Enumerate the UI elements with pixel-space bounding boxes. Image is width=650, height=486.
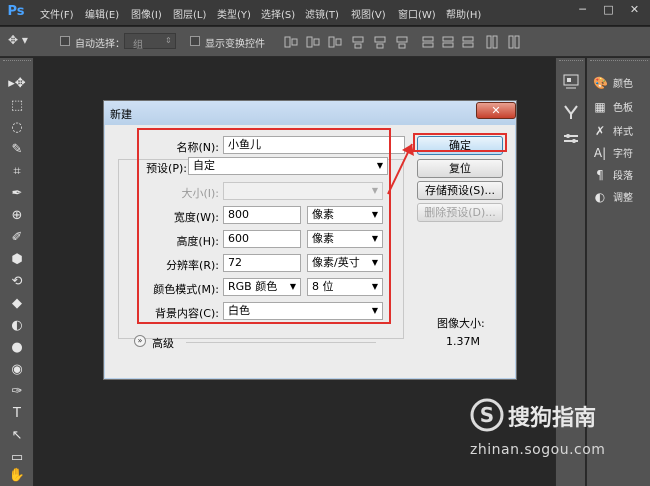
paint-bucket-tool-icon[interactable]: ◐ — [6, 316, 28, 336]
dock-grip[interactable] — [559, 60, 583, 64]
panel-adjustments[interactable]: ◐ 调整 — [593, 186, 649, 208]
quick-select-tool-icon[interactable]: ✎ — [6, 140, 28, 160]
menu-layer[interactable]: 图层(L) — [173, 6, 206, 21]
panel-adjustments-label: 调整 — [613, 193, 633, 204]
sogou-watermark: S 搜狗指南 zhinan.sogou.com — [470, 398, 650, 468]
annotation-arrow-icon — [387, 143, 414, 195]
options-bar: ✥ ▾ 自动选择： 组 ⇕ 显示变换控件 — [0, 27, 650, 57]
maximize-icon[interactable]: □ — [596, 0, 621, 20]
panel-swatches[interactable]: ▦ 色板 — [593, 96, 649, 118]
brush-preset-panel-icon[interactable] — [561, 102, 581, 122]
history-panel-icon[interactable] — [561, 72, 581, 92]
reset-button[interactable]: 复位 — [417, 159, 503, 178]
delete-preset-button: 删除预设(D)... — [417, 203, 503, 222]
tools-panel: ▸✥ ⬚ ◌ ✎ ⌗ ✒ ⊕ ✐ ⬢ ⟲ ◆ ◐ ● ◉ ✑ T ↖ ▭ ✋ — [0, 58, 34, 486]
photoshop-logo: Ps — [7, 4, 25, 19]
menu-filter[interactable]: 滤镜(T) — [305, 6, 339, 21]
menu-select[interactable]: 选择(S) — [261, 6, 295, 21]
panel-color-label: 颜色 — [613, 79, 633, 90]
lasso-tool-icon[interactable]: ◌ — [6, 118, 28, 138]
panel-character[interactable]: A| 字符 — [593, 142, 649, 164]
eyedropper-tool-icon[interactable]: ✒ — [6, 184, 28, 204]
healing-brush-tool-icon[interactable]: ⊕ — [6, 206, 28, 226]
sogou-logo-icon: S — [470, 398, 504, 432]
svg-text:S: S — [480, 403, 494, 427]
panel-paragraph[interactable]: ¶ 段落 — [593, 164, 649, 186]
menu-bar: Ps 文件(F) 编辑(E) 图像(I) 图层(L) 类型(Y) 选择(S) 滤… — [0, 0, 650, 26]
pen-tool-icon[interactable]: ✑ — [6, 382, 28, 402]
panel-color[interactable]: 🎨 颜色 — [593, 72, 649, 94]
show-transform-label: 显示变换控件 — [205, 39, 265, 50]
advanced-divider — [186, 342, 376, 343]
image-size-value: 1.37M — [446, 335, 480, 348]
adjustments-icon: ◐ — [594, 190, 606, 204]
close-icon[interactable]: ✕ — [622, 0, 647, 20]
expand-advanced-icon[interactable]: » — [134, 335, 146, 347]
auto-select-value: 组 — [133, 40, 143, 51]
highlight-settings-box — [137, 128, 391, 324]
chevron-down-icon: ⇕ — [165, 36, 172, 45]
image-size-label: 图像大小: — [437, 317, 485, 330]
watermark-url: zhinan.sogou.com — [470, 442, 606, 458]
menu-file[interactable]: 文件(F) — [40, 6, 74, 21]
marquee-tool-icon[interactable]: ⬚ — [6, 96, 28, 116]
crop-tool-icon[interactable]: ⌗ — [6, 162, 28, 182]
brush-tool-icon[interactable]: ✐ — [6, 228, 28, 248]
panel-swatches-label: 色板 — [613, 103, 633, 114]
swatches-icon: ▦ — [594, 100, 606, 114]
clone-stamp-tool-icon[interactable]: ⬢ — [6, 250, 28, 270]
menu-help[interactable]: 帮助(H) — [446, 6, 481, 21]
paragraph-icon: ¶ — [596, 168, 604, 182]
tool-preset-panel-icon[interactable] — [561, 130, 581, 150]
align-distribute-icons[interactable] — [283, 34, 533, 50]
menu-type[interactable]: 类型(Y) — [217, 6, 251, 21]
palette-icon: 🎨 — [593, 76, 608, 90]
dialog-titlebar[interactable]: 新建 ✕ — [104, 101, 516, 125]
menu-edit[interactable]: 编辑(E) — [85, 6, 119, 21]
dialog-title: 新建 — [110, 108, 132, 121]
move-tool-icon[interactable]: ✥ ▾ — [8, 33, 28, 47]
panel-styles[interactable]: ✗ 样式 — [593, 120, 649, 142]
panel-grip[interactable] — [590, 60, 648, 64]
show-transform-checkbox[interactable] — [190, 36, 200, 46]
watermark-brand: 搜狗指南 — [508, 406, 597, 431]
toolbar-grip[interactable] — [3, 60, 31, 64]
panel-character-label: 字符 — [613, 149, 633, 160]
highlight-ok-box — [413, 133, 507, 152]
hand-tool-icon[interactable]: ✋ — [6, 466, 28, 486]
move-tool-icon[interactable]: ▸✥ — [6, 74, 28, 94]
auto-select-checkbox[interactable] — [60, 36, 70, 46]
dodge-tool-icon[interactable]: ◉ — [6, 360, 28, 380]
minimize-icon[interactable]: ─ — [570, 0, 595, 20]
eraser-tool-icon[interactable]: ◆ — [6, 294, 28, 314]
type-tool-icon[interactable]: T — [6, 404, 28, 424]
save-preset-button[interactable]: 存储预设(S)... — [417, 181, 503, 200]
panel-styles-label: 样式 — [613, 127, 633, 138]
menu-window[interactable]: 窗口(W) — [398, 6, 436, 21]
menu-view[interactable]: 视图(V) — [351, 6, 386, 21]
advanced-label[interactable]: 高级 — [152, 335, 174, 351]
auto-select-dropdown[interactable]: 组 ⇕ — [124, 33, 176, 51]
styles-icon: ✗ — [594, 124, 606, 138]
path-select-tool-icon[interactable]: ↖ — [6, 426, 28, 446]
menu-image[interactable]: 图像(I) — [131, 6, 162, 21]
shape-tool-icon[interactable]: ▭ — [6, 448, 28, 468]
panel-paragraph-label: 段落 — [613, 171, 633, 182]
character-icon: A| — [593, 146, 607, 160]
blur-tool-icon[interactable]: ● — [6, 338, 28, 358]
history-brush-tool-icon[interactable]: ⟲ — [6, 272, 28, 292]
dialog-close-button[interactable]: ✕ — [476, 102, 516, 119]
auto-select-label: 自动选择： — [75, 39, 125, 50]
